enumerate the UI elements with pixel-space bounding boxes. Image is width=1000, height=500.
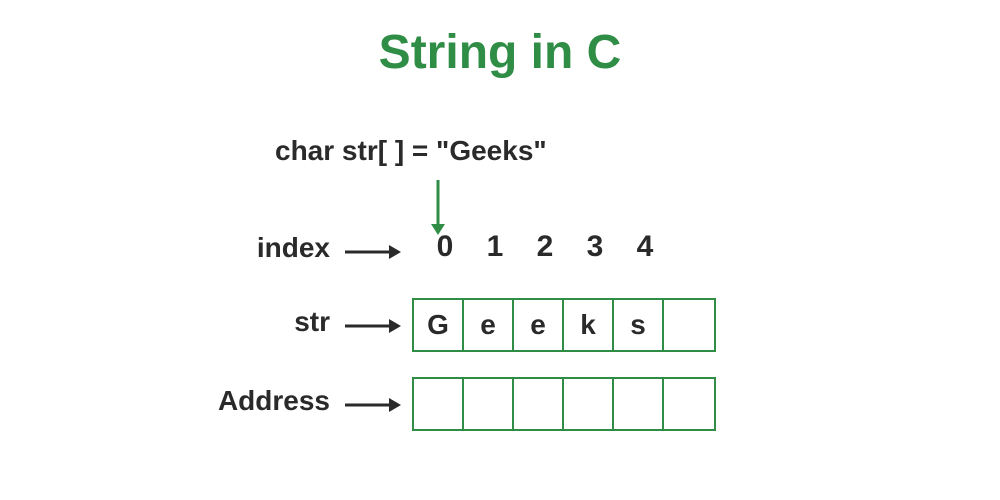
- str-array-row: G e e k s: [412, 298, 716, 352]
- index-cell: 2: [520, 230, 570, 264]
- index-cell: 3: [570, 230, 620, 264]
- arrow-right-icon: [345, 318, 403, 339]
- array-cell: [514, 379, 564, 429]
- array-cell: k: [564, 300, 614, 350]
- index-label: index: [220, 232, 330, 264]
- arrow-right-icon: [345, 244, 403, 265]
- array-cell: [464, 379, 514, 429]
- index-cell: 4: [620, 230, 670, 264]
- index-cell: 0: [420, 230, 470, 264]
- address-label: Address: [180, 385, 330, 417]
- address-array-row: [412, 377, 716, 431]
- arrow-right-icon: [345, 397, 403, 418]
- array-cell: [614, 379, 664, 429]
- array-cell: s: [614, 300, 664, 350]
- index-cell: 1: [470, 230, 520, 264]
- code-declaration: char str[ ] = "Geeks": [275, 135, 547, 167]
- array-cell: [564, 379, 614, 429]
- array-cell: G: [414, 300, 464, 350]
- array-cell: [664, 300, 714, 350]
- array-cell: e: [514, 300, 564, 350]
- str-label: str: [220, 306, 330, 338]
- page-title: String in C: [0, 25, 1000, 80]
- index-row: 0 1 2 3 4: [420, 230, 670, 264]
- array-cell: e: [464, 300, 514, 350]
- array-cell: [664, 379, 714, 429]
- array-cell: [414, 379, 464, 429]
